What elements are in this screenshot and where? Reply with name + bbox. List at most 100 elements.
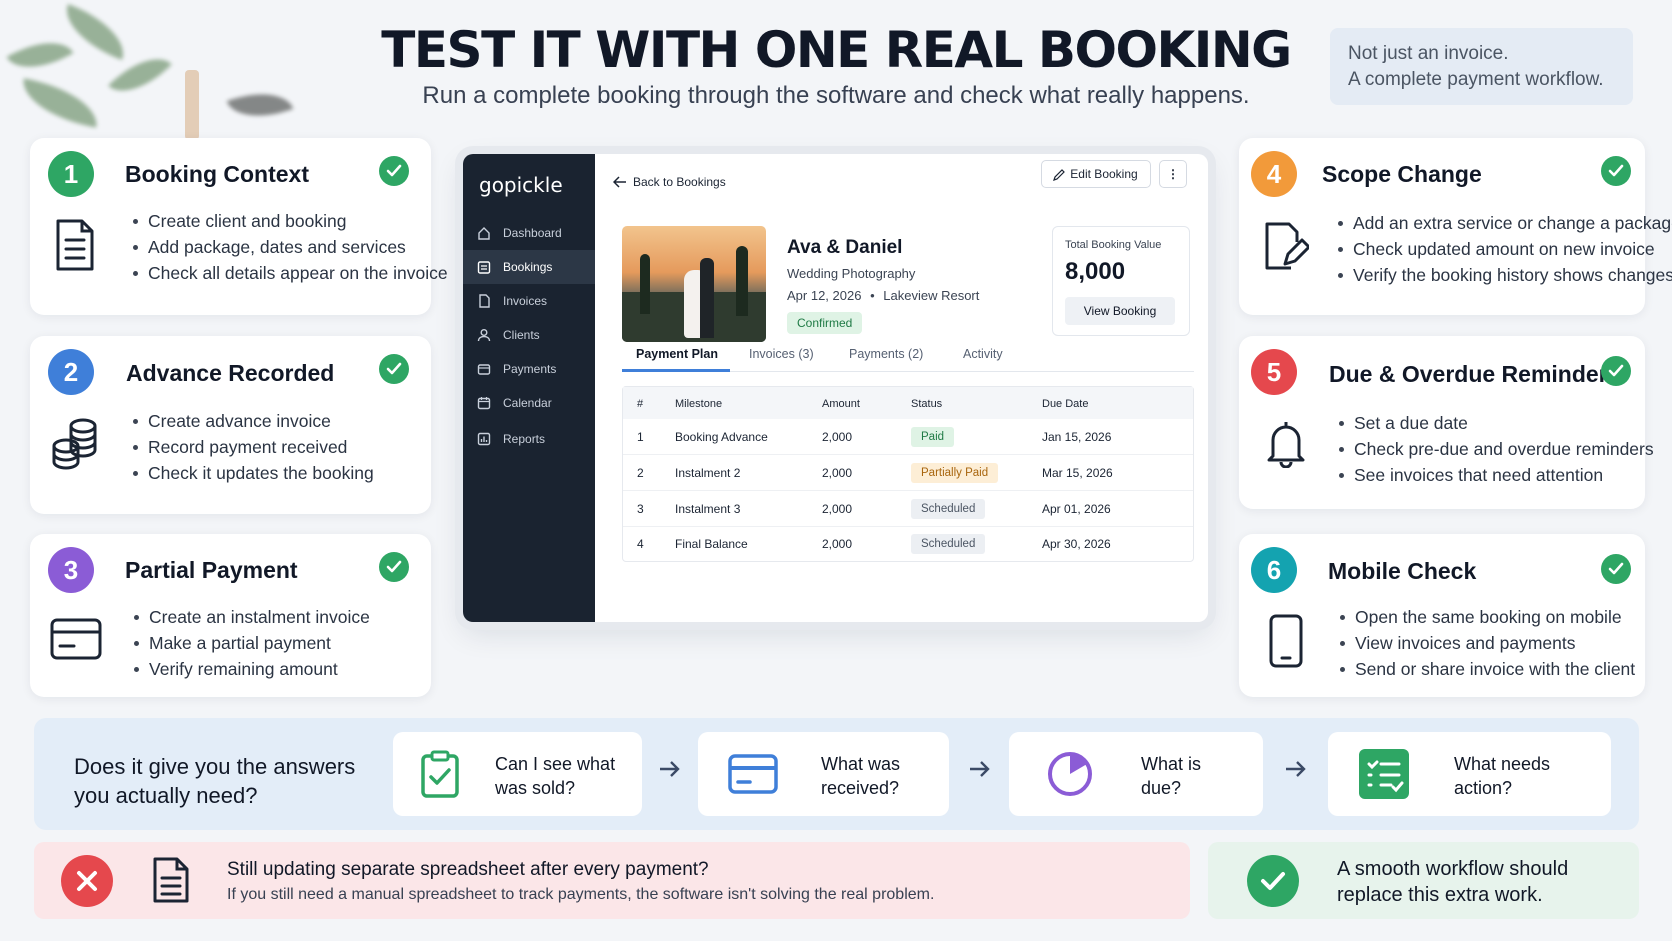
booking-photo	[622, 226, 766, 342]
question-text: What was received?	[821, 752, 900, 800]
pencil-icon	[1053, 169, 1065, 181]
bell-icon	[1267, 422, 1305, 468]
view-booking-button[interactable]: View Booking	[1065, 297, 1175, 325]
edit-document-icon	[1265, 222, 1309, 270]
step-checklist: Create advance invoice Record payment re…	[128, 408, 374, 486]
question-line-2: due?	[1141, 778, 1182, 798]
edit-booking-button[interactable]: Edit Booking	[1041, 160, 1151, 188]
row-amount: 2,000	[822, 502, 853, 516]
list-item: Make a partial payment	[129, 630, 370, 656]
table-row[interactable]: 3 Instalment 3 2,000 Scheduled Apr 01, 2…	[623, 491, 1193, 527]
arrow-right-icon	[970, 761, 990, 777]
mobile-icon	[1269, 614, 1303, 668]
sidebar-item-label: Calendar	[503, 396, 552, 410]
note-line-1: Not just an invoice.	[1348, 43, 1509, 64]
check-icon	[379, 156, 409, 186]
question-line-1: What needs	[1454, 754, 1551, 774]
question-line-2: action?	[1454, 778, 1513, 798]
row-amount: 2,000	[822, 537, 853, 551]
check-icon	[1601, 156, 1631, 186]
table-row[interactable]: 4 Final Balance 2,000 Scheduled Apr 30, …	[623, 527, 1193, 561]
list-item: See invoices that need attention	[1334, 462, 1654, 488]
step-title: Due & Overdue Reminder	[1329, 361, 1608, 387]
active-tab-indicator	[622, 369, 730, 372]
app-sidebar: gopickle Dashboard Bookings Invoices Cli…	[463, 154, 595, 622]
back-link-label: Back to Bookings	[633, 175, 726, 189]
step-number: 5	[1251, 349, 1297, 395]
booking-type: Wedding Photography	[787, 266, 916, 281]
questions-lead: Does it give you the answers you actuall…	[74, 752, 355, 810]
app-mockup: gopickle Dashboard Bookings Invoices Cli…	[463, 154, 1208, 622]
question-text: Can I see what was sold?	[495, 752, 615, 800]
status-badge: Confirmed	[787, 312, 863, 334]
step-checklist: Set a due date Check pre-due and overdue…	[1334, 410, 1654, 488]
tab-activity[interactable]: Activity	[963, 344, 1003, 364]
status-badge: Scheduled	[911, 534, 986, 554]
list-item: Verify the booking history shows changes	[1333, 262, 1672, 288]
list-item: View invoices and payments	[1335, 630, 1635, 656]
tab-payments[interactable]: Payments (2)	[849, 344, 923, 364]
back-link[interactable]: Back to Bookings	[613, 172, 726, 192]
sidebar-item-bookings[interactable]: Bookings	[463, 250, 595, 284]
question-text: What is due?	[1141, 752, 1201, 800]
list-item: Create client and booking	[128, 208, 448, 234]
list-item: Check it updates the booking	[128, 460, 374, 486]
row-milestone: Booking Advance	[675, 430, 768, 444]
total-value-card: Total Booking Value 8,000 View Booking	[1052, 226, 1190, 336]
row-number: 1	[637, 430, 644, 444]
step-number: 1	[48, 151, 94, 197]
step-card-scope-change: 4 Scope Change Add an extra service or c…	[1239, 138, 1672, 315]
card-icon	[728, 754, 778, 794]
calendar-icon	[477, 397, 491, 410]
more-options-button[interactable]: ⋮	[1159, 160, 1187, 188]
tab-invoices[interactable]: Invoices (3)	[749, 344, 814, 364]
sidebar-item-payments[interactable]: Payments	[463, 352, 595, 386]
list-item: Check all details appear on the invoice	[128, 260, 448, 286]
success-line-2: replace this extra work.	[1337, 884, 1543, 906]
note-line-2: A complete payment workflow.	[1348, 69, 1604, 90]
checklist-icon	[1359, 749, 1409, 799]
sidebar-item-clients[interactable]: Clients	[463, 318, 595, 352]
list-item: Open the same booking on mobile	[1335, 604, 1635, 630]
list-item: Verify remaining amount	[129, 656, 370, 682]
row-milestone: Instalment 3	[675, 502, 741, 516]
table-row[interactable]: 2 Instalment 2 2,000 Partially Paid Mar …	[623, 455, 1193, 491]
sidebar-item-reports[interactable]: Reports	[463, 422, 595, 456]
question-line-1: What was	[821, 754, 901, 774]
sidebar-item-dashboard[interactable]: Dashboard	[463, 216, 595, 250]
app-logo: gopickle	[479, 173, 563, 197]
column-header: Amount	[822, 398, 860, 410]
sidebar-item-calendar[interactable]: Calendar	[463, 386, 595, 420]
row-number: 3	[637, 502, 644, 516]
row-amount: 2,000	[822, 466, 853, 480]
total-label: Total Booking Value	[1065, 239, 1162, 251]
question-text: What needs action?	[1454, 752, 1550, 800]
row-due-date: Apr 01, 2026	[1042, 502, 1111, 516]
success-text: A smooth workflow should replace this ex…	[1337, 856, 1568, 908]
question-line-1: What is	[1141, 754, 1202, 774]
row-milestone: Instalment 2	[675, 466, 741, 480]
check-icon	[1601, 554, 1631, 584]
tab-payment-plan[interactable]: Payment Plan	[636, 344, 718, 364]
edit-booking-label: Edit Booking	[1070, 167, 1138, 181]
questions-lead-line-2: you actually need?	[74, 783, 258, 808]
row-due-date: Mar 15, 2026	[1042, 466, 1113, 480]
pie-chart-icon	[1048, 752, 1092, 796]
spreadsheet-document-icon	[153, 857, 189, 903]
sidebar-item-invoices[interactable]: Invoices	[463, 284, 595, 318]
clipboard-check-icon	[421, 750, 459, 798]
home-icon	[478, 227, 490, 240]
list-item: Set a due date	[1334, 410, 1654, 436]
table-row[interactable]: 1 Booking Advance 2,000 Paid Jan 15, 202…	[623, 419, 1193, 455]
report-icon	[477, 432, 491, 446]
error-icon	[61, 855, 113, 907]
row-number: 4	[637, 537, 644, 551]
column-header: #	[637, 398, 644, 410]
warning-title: Still updating separate spreadsheet afte…	[227, 859, 709, 880]
step-number: 2	[48, 349, 94, 395]
booking-name: Ava & Daniel	[787, 237, 903, 258]
booking-venue: Lakeview Resort	[883, 288, 980, 303]
warning-text: If you still need a manual spreadsheet t…	[227, 886, 935, 903]
arrow-right-icon	[1286, 761, 1306, 777]
list-item: Send or share invoice with the client	[1335, 656, 1635, 682]
